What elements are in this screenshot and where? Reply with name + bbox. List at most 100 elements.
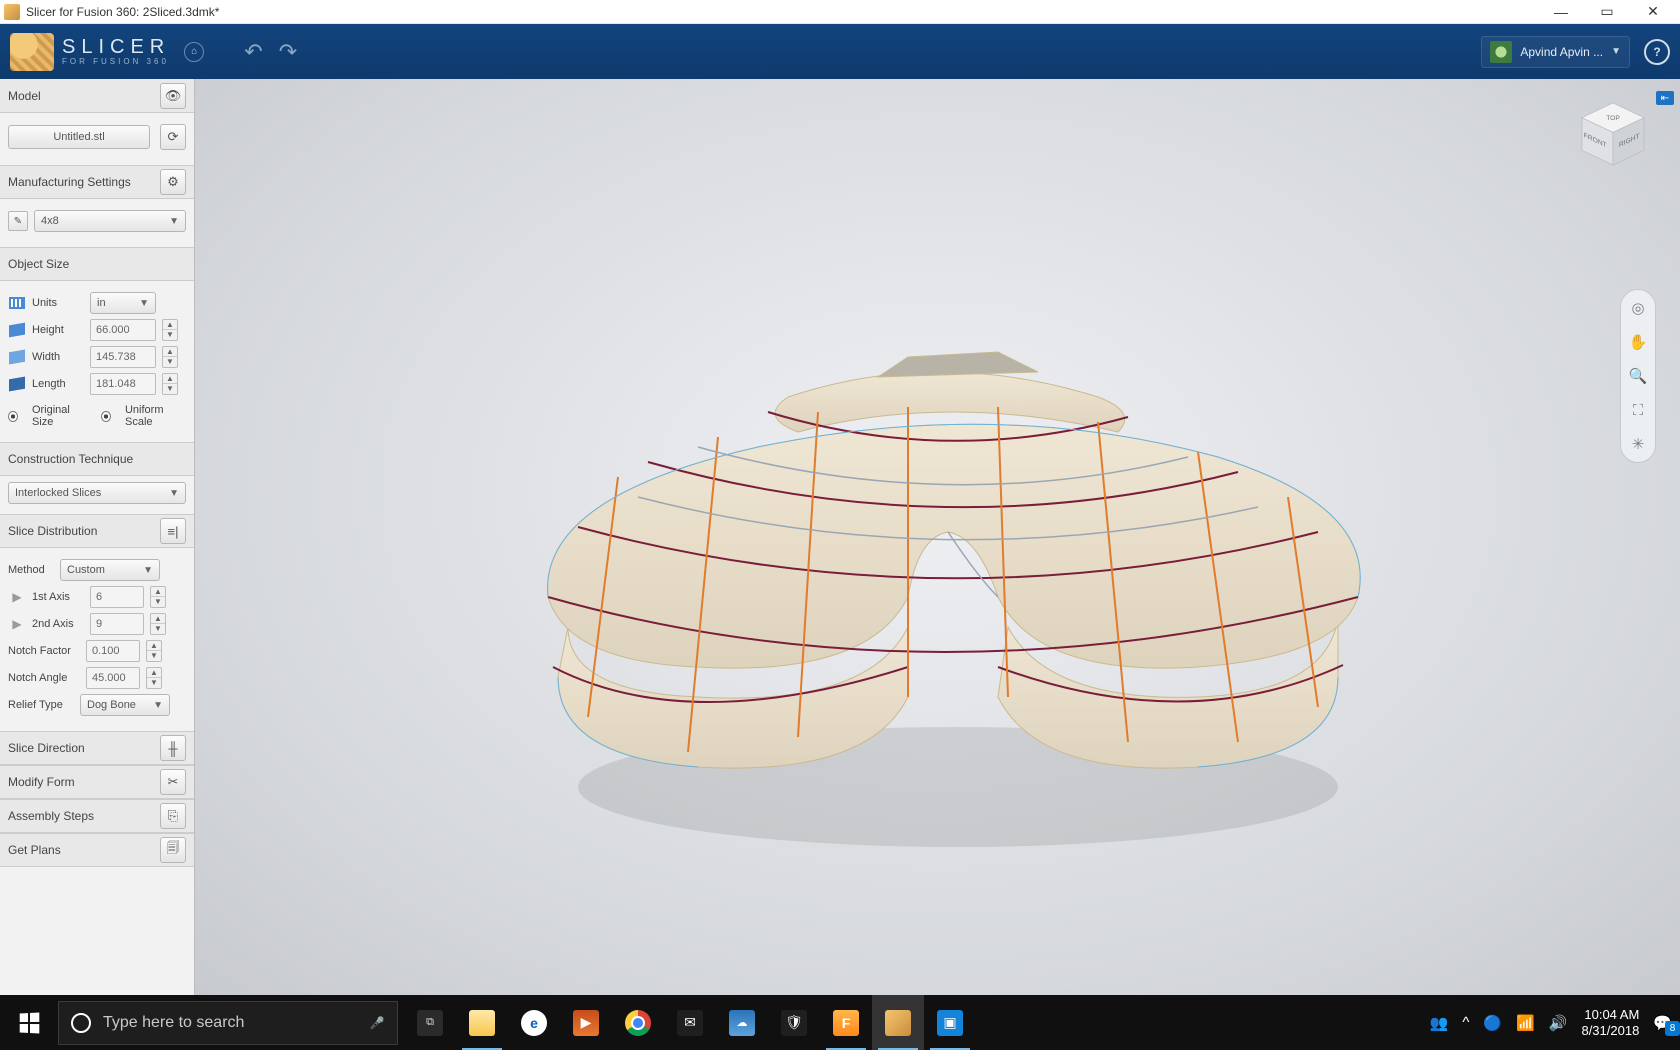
section-slice-distribution-header[interactable]: Slice Distribution ≡| [0, 514, 194, 548]
volume-icon[interactable]: 🔊 [1549, 1014, 1568, 1032]
spin-up-icon[interactable]: ▲ [163, 320, 177, 330]
length-input[interactable]: 181.048 [90, 373, 156, 395]
look-at-button[interactable]: ✳ [1626, 432, 1650, 456]
slice-distribution-tool-button[interactable]: ≡| [160, 518, 186, 544]
section-assembly-steps-header[interactable]: Assembly Steps ⎘ [0, 799, 194, 833]
edit-manufacturing-button[interactable]: ✎ [8, 211, 28, 231]
section-slice-direction-header[interactable]: Slice Direction ╫ [0, 731, 194, 765]
original-size-radio[interactable] [8, 411, 18, 422]
model-file-button[interactable]: Untitled.stl [8, 125, 150, 149]
mail-button[interactable]: ✉ [664, 995, 716, 1050]
undo-button[interactable]: ↶ [244, 39, 262, 65]
axis2-spinner[interactable]: ▲▼ [150, 613, 166, 635]
mic-button[interactable]: 🎤 [357, 1016, 397, 1030]
spin-up-icon[interactable]: ▲ [147, 641, 161, 651]
notch-angle-spinner[interactable]: ▲▼ [146, 667, 162, 689]
height-spinner[interactable]: ▲▼ [162, 319, 178, 341]
spin-down-icon[interactable]: ▼ [151, 597, 165, 607]
tray-overflow-button[interactable]: ^ [1462, 1014, 1469, 1031]
edge-button[interactable]: e [508, 995, 560, 1050]
spin-up-icon[interactable]: ▲ [151, 587, 165, 597]
modify-form-tool-button[interactable]: ✂ [160, 769, 186, 795]
construction-technique-dropdown[interactable]: Interlocked Slices ▼ [8, 482, 186, 504]
spin-up-icon[interactable]: ▲ [163, 374, 177, 384]
pan-button[interactable]: ✋ [1626, 330, 1650, 354]
section-get-plans-header[interactable]: Get Plans 🗐 [0, 833, 194, 867]
fusion360-button[interactable]: F [820, 995, 872, 1050]
method-dropdown[interactable]: Custom ▼ [60, 559, 160, 581]
model-file-label: Untitled.stl [53, 131, 104, 143]
home-button[interactable]: ⌂ [184, 42, 204, 62]
action-center-button[interactable]: 💬 [1653, 1014, 1672, 1032]
section-object-size-header[interactable]: Object Size [0, 247, 194, 281]
viewcube-collapse-button[interactable]: ⇤ [1656, 91, 1674, 105]
clock-button[interactable]: 10:04 AM 8/31/2018 [1581, 1007, 1639, 1038]
axis1-spinner[interactable]: ▲▼ [150, 586, 166, 608]
axis2-play-button[interactable]: ▶ [8, 616, 26, 632]
axis1-input[interactable]: 6 [90, 586, 144, 608]
section-modify-form-header[interactable]: Modify Form ✂ [0, 765, 194, 799]
help-button[interactable]: ? [1644, 39, 1670, 65]
get-plans-tool-button[interactable]: 🗐 [160, 837, 186, 863]
zoom-button[interactable]: 🔍 [1626, 364, 1650, 388]
security-button[interactable]: 🛡 [768, 995, 820, 1050]
network-icon[interactable]: 📶 [1516, 1014, 1535, 1032]
notch-angle-input[interactable]: 45.000 [86, 667, 140, 689]
uniform-scale-radio[interactable] [101, 411, 111, 422]
spin-up-icon[interactable]: ▲ [151, 614, 165, 624]
refresh-model-button[interactable]: ⟳ [160, 124, 186, 150]
user-account-button[interactable]: Apvind Apvin ... ▼ [1481, 36, 1630, 68]
people-button[interactable]: 👥 [1430, 1014, 1449, 1032]
axis2-input[interactable]: 9 [90, 613, 144, 635]
movies-button[interactable]: ▶ [560, 995, 612, 1050]
window-minimize-button[interactable]: — [1538, 0, 1584, 24]
height-value: 66.000 [96, 324, 130, 336]
width-icon [8, 349, 26, 365]
viewcube[interactable]: TOP FRONT RIGHT [1576, 97, 1650, 171]
section-manufacturing-header[interactable]: Manufacturing Settings ⚙ [0, 165, 194, 199]
visibility-toggle-button[interactable]: 👁 [160, 83, 186, 109]
notch-factor-spinner[interactable]: ▲▼ [146, 640, 162, 662]
section-model-header[interactable]: Model 👁 [0, 79, 194, 113]
length-icon [8, 376, 26, 392]
units-dropdown[interactable]: in ▼ [90, 292, 156, 314]
spin-down-icon[interactable]: ▼ [147, 678, 161, 688]
assembly-steps-tool-button[interactable]: ⎘ [160, 803, 186, 829]
spin-down-icon[interactable]: ▼ [151, 624, 165, 634]
manufacturing-preset-dropdown[interactable]: 4x8 ▼ [34, 210, 186, 232]
weather-button[interactable]: ☁ [716, 995, 768, 1050]
pencil-icon: ✎ [14, 216, 22, 227]
file-explorer-button[interactable] [456, 995, 508, 1050]
section-construction-header[interactable]: Construction Technique [0, 442, 194, 476]
fit-button[interactable]: ⛶ [1626, 398, 1650, 422]
taskbar-search[interactable]: Type here to search 🎤 [58, 1001, 398, 1045]
axis1-play-button[interactable]: ▶ [8, 589, 26, 605]
svg-text:TOP: TOP [1606, 115, 1620, 122]
zoom-icon: 🔍 [1629, 367, 1648, 385]
relief-type-dropdown[interactable]: Dog Bone ▼ [80, 694, 170, 716]
spin-up-icon[interactable]: ▲ [163, 347, 177, 357]
window-close-button[interactable]: ✕ [1630, 0, 1676, 24]
3d-viewport[interactable]: ⇤ TOP FRONT RIGHT ◎ ✋ 🔍 ⛶ ✳ [195, 79, 1680, 995]
task-view-button[interactable]: ⧉ [404, 995, 456, 1050]
orbit-button[interactable]: ◎ [1626, 296, 1650, 320]
length-spinner[interactable]: ▲▼ [162, 373, 178, 395]
window-maximize-button[interactable]: ▭ [1584, 0, 1630, 24]
width-spinner[interactable]: ▲▼ [162, 346, 178, 368]
bluetooth-icon[interactable]: 🔵 [1483, 1014, 1502, 1032]
spin-down-icon[interactable]: ▼ [147, 651, 161, 661]
photos-button[interactable]: ▣ [924, 995, 976, 1050]
spin-down-icon[interactable]: ▼ [163, 330, 177, 340]
height-input[interactable]: 66.000 [90, 319, 156, 341]
chrome-button[interactable] [612, 995, 664, 1050]
spin-down-icon[interactable]: ▼ [163, 384, 177, 394]
spin-down-icon[interactable]: ▼ [163, 357, 177, 367]
notch-factor-input[interactable]: 0.100 [86, 640, 140, 662]
start-button[interactable] [0, 995, 58, 1050]
redo-button[interactable]: ↷ [279, 39, 297, 65]
slice-direction-tool-button[interactable]: ╫ [160, 735, 186, 761]
manufacturing-settings-gear-button[interactable]: ⚙ [160, 169, 186, 195]
width-input[interactable]: 145.738 [90, 346, 156, 368]
slicer-taskbar-button[interactable] [872, 995, 924, 1050]
spin-up-icon[interactable]: ▲ [147, 668, 161, 678]
